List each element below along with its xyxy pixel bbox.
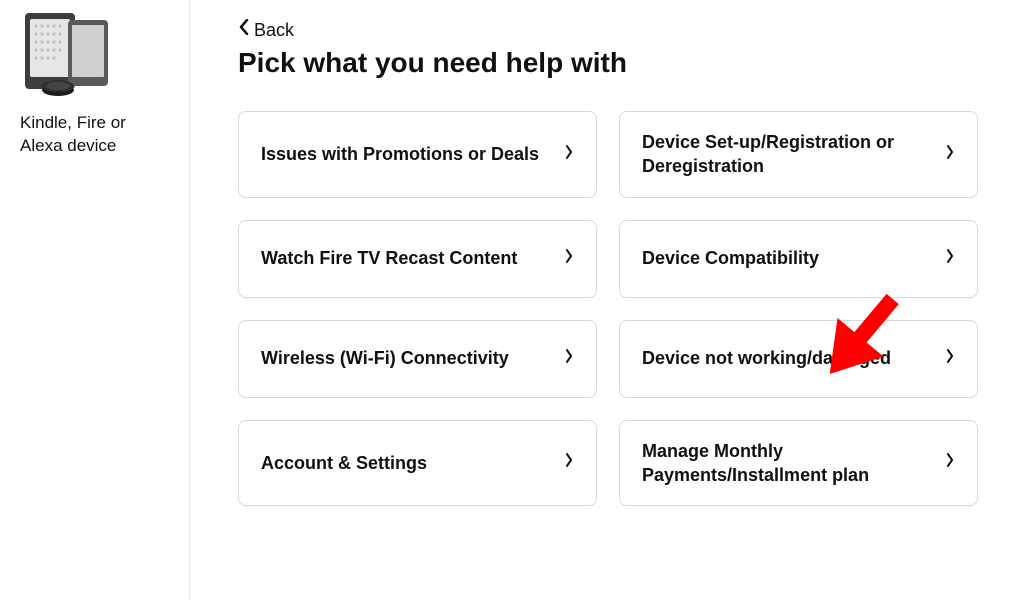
- chevron-right-icon: [947, 249, 954, 268]
- option-device-setup[interactable]: Device Set-up/Registration or Deregistra…: [619, 111, 978, 198]
- options-grid: Issues with Promotions or Deals Device S…: [238, 111, 978, 506]
- option-label: Device Compatibility: [642, 246, 837, 270]
- chevron-right-icon: [947, 349, 954, 368]
- option-issues-promotions[interactable]: Issues with Promotions or Deals: [238, 111, 597, 198]
- option-label: Device not working/damaged: [642, 346, 909, 370]
- device-image: [20, 10, 110, 100]
- sidebar: Kindle, Fire or Alexa device: [0, 0, 190, 600]
- chevron-right-icon: [566, 349, 573, 368]
- option-manage-payments[interactable]: Manage Monthly Payments/Installment plan: [619, 420, 978, 507]
- option-label: Wireless (Wi-Fi) Connectivity: [261, 346, 527, 370]
- option-device-not-working[interactable]: Device not working/damaged: [619, 320, 978, 398]
- back-button[interactable]: Back: [238, 20, 294, 41]
- chevron-right-icon: [566, 453, 573, 472]
- option-wifi-connectivity[interactable]: Wireless (Wi-Fi) Connectivity: [238, 320, 597, 398]
- option-label: Account & Settings: [261, 451, 445, 475]
- option-label: Manage Monthly Payments/Installment plan: [642, 439, 945, 488]
- chevron-left-icon: [238, 19, 250, 40]
- option-label: Device Set-up/Registration or Deregistra…: [642, 130, 945, 179]
- page-layout: Kindle, Fire or Alexa device Back Pick w…: [0, 0, 1021, 600]
- option-device-compatibility[interactable]: Device Compatibility: [619, 220, 978, 298]
- option-label: Issues with Promotions or Deals: [261, 142, 557, 166]
- chevron-right-icon: [947, 145, 954, 164]
- main-content: Back Pick what you need help with Issues…: [190, 0, 1021, 600]
- option-fire-tv-recast[interactable]: Watch Fire TV Recast Content: [238, 220, 597, 298]
- chevron-right-icon: [566, 145, 573, 164]
- option-label: Watch Fire TV Recast Content: [261, 246, 535, 270]
- chevron-right-icon: [566, 249, 573, 268]
- sidebar-caption: Kindle, Fire or Alexa device: [20, 112, 169, 158]
- page-title: Pick what you need help with: [238, 47, 981, 79]
- option-account-settings[interactable]: Account & Settings: [238, 420, 597, 507]
- chevron-right-icon: [947, 453, 954, 472]
- back-label: Back: [254, 20, 294, 41]
